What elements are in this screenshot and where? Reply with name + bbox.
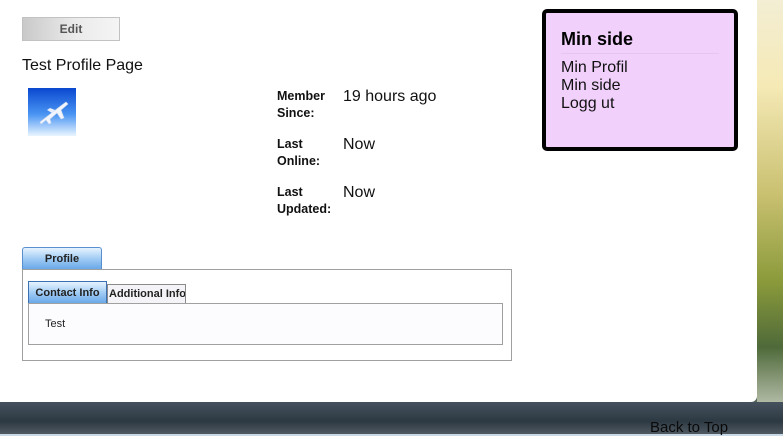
last-updated-value: Now bbox=[343, 184, 376, 201]
background-photo-right bbox=[757, 0, 783, 434]
last-online-label: Last Online: bbox=[277, 137, 321, 168]
sidebar-link-min-side[interactable]: Min side bbox=[561, 77, 621, 95]
contact-info-text: Test bbox=[45, 318, 66, 330]
sidebar-divider bbox=[561, 53, 719, 54]
sidebar-link-logg-ut[interactable]: Logg ut bbox=[561, 95, 614, 113]
last-updated-label: Last Updated: bbox=[277, 185, 332, 216]
page-title: Test Profile Page bbox=[22, 57, 143, 74]
contact-info-panel bbox=[28, 303, 503, 345]
edit-button[interactable]: Edit bbox=[22, 17, 120, 41]
tab-additional-info[interactable]: Additional Info bbox=[107, 284, 186, 303]
tab-contact-info[interactable]: Contact Info bbox=[28, 281, 107, 303]
member-since-label: Member Since: bbox=[277, 89, 325, 120]
airplane-icon bbox=[28, 88, 76, 136]
back-to-top-link[interactable]: Back to Top bbox=[650, 419, 728, 436]
last-online-value: Now bbox=[343, 136, 376, 153]
sidebar-title: Min side bbox=[561, 29, 634, 49]
tab-profile[interactable]: Profile bbox=[22, 247, 102, 269]
avatar bbox=[28, 88, 76, 136]
member-since-value: 19 hours ago bbox=[343, 88, 437, 105]
sidebar-link-min-profil[interactable]: Min Profil bbox=[561, 59, 628, 77]
